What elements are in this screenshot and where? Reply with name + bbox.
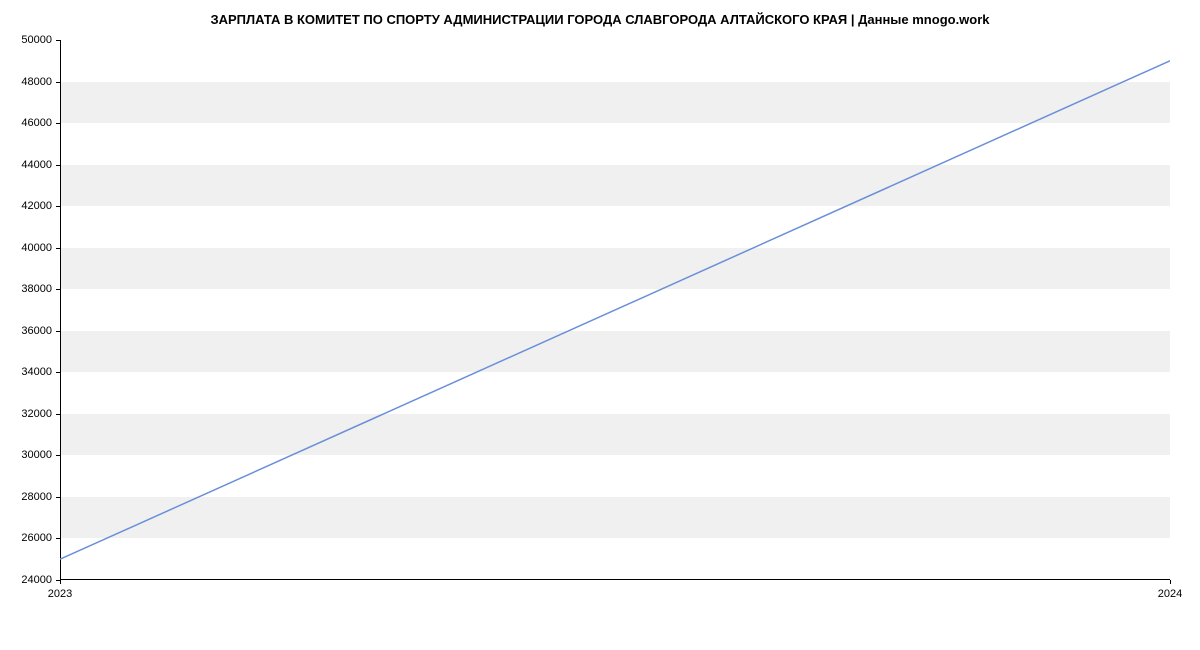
x-tick-label: 2024: [1158, 588, 1182, 600]
plot-area: 2400026000280003000032000340003600038000…: [60, 40, 1170, 580]
y-tick-mark: [56, 331, 60, 332]
y-tick-label: 50000: [21, 34, 52, 46]
y-tick-label: 28000: [21, 491, 52, 503]
grid-band: [60, 331, 1170, 373]
grid-band: [60, 248, 1170, 290]
y-tick-mark: [56, 40, 60, 41]
grid-band: [60, 82, 1170, 124]
chart-container: 2400026000280003000032000340003600038000…: [60, 40, 1170, 580]
y-tick-label: 38000: [21, 283, 52, 295]
y-tick-label: 30000: [21, 449, 52, 461]
y-tick-label: 26000: [21, 532, 52, 544]
y-tick-label: 48000: [21, 76, 52, 88]
grid-band: [60, 414, 1170, 456]
y-tick-label: 24000: [21, 574, 52, 586]
y-tick-label: 42000: [21, 200, 52, 212]
y-tick-label: 46000: [21, 117, 52, 129]
y-tick-mark: [56, 248, 60, 249]
y-tick-mark: [56, 455, 60, 456]
x-axis-line: [60, 579, 1170, 580]
y-tick-mark: [56, 206, 60, 207]
y-tick-mark: [56, 497, 60, 498]
y-tick-mark: [56, 372, 60, 373]
y-tick-mark: [56, 289, 60, 290]
y-tick-label: 32000: [21, 408, 52, 420]
y-tick-mark: [56, 414, 60, 415]
y-axis-line: [60, 40, 61, 580]
series-line: [60, 61, 1170, 559]
x-tick-label: 2023: [48, 588, 72, 600]
grid-band: [60, 165, 1170, 207]
y-tick-label: 36000: [21, 325, 52, 337]
grid-band: [60, 497, 1170, 539]
y-tick-label: 44000: [21, 159, 52, 171]
y-tick-mark: [56, 123, 60, 124]
y-tick-mark: [56, 165, 60, 166]
y-tick-mark: [56, 538, 60, 539]
x-tick-mark: [1170, 580, 1171, 584]
y-tick-label: 40000: [21, 242, 52, 254]
chart-title: ЗАРПЛАТА В КОМИТЕТ ПО СПОРТУ АДМИНИСТРАЦ…: [0, 0, 1200, 27]
y-tick-label: 34000: [21, 366, 52, 378]
x-tick-mark: [60, 580, 61, 584]
y-tick-mark: [56, 82, 60, 83]
